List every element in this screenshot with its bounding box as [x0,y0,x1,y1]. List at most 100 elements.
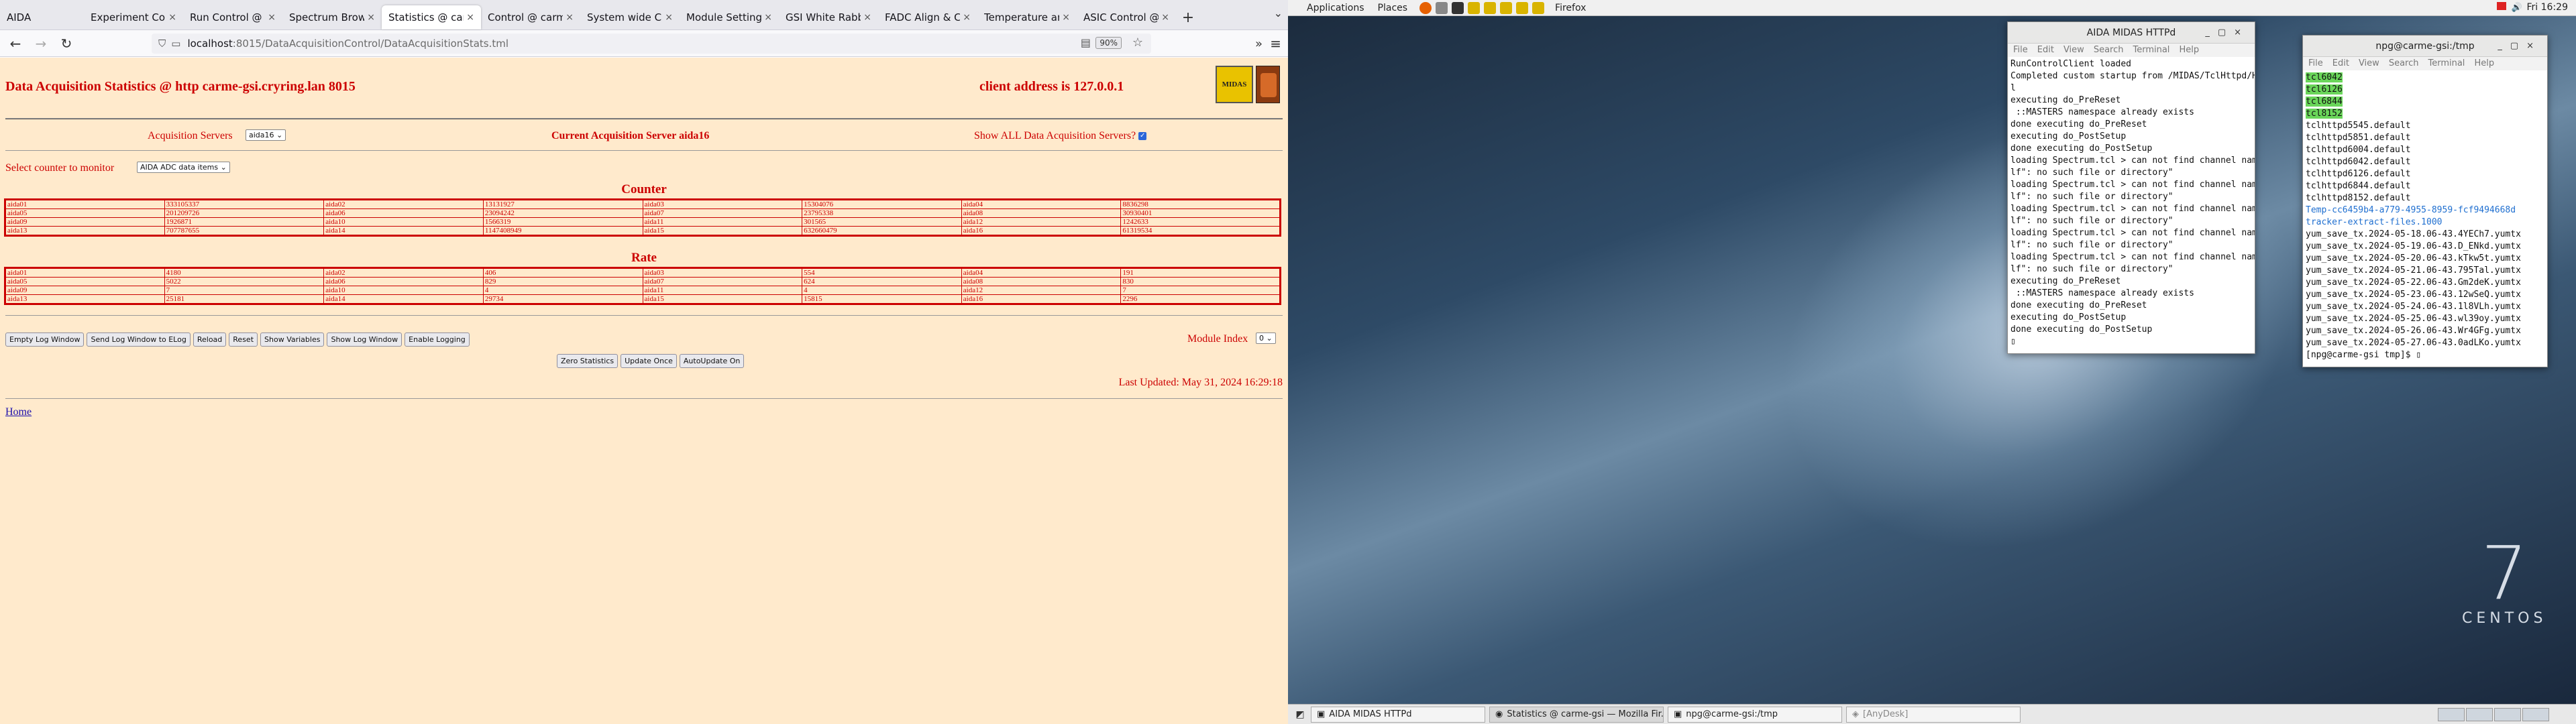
menu-item[interactable]: Search [2389,58,2419,68]
files-launcher-icon[interactable] [1436,1,1448,14]
empty-log-window-button[interactable]: Empty Log Window [5,333,85,347]
close-icon[interactable]: × [168,12,176,23]
terminal-window-httpd[interactable]: AIDA MIDAS HTTPd _▢× File Edit View Search Te… [2007,21,2255,354]
new-tab-button[interactable]: + [1176,5,1200,29]
menu-item[interactable]: File [2013,45,2028,55]
acq-server-select[interactable]: aida16 ⌄ [246,129,286,141]
launcher-icon[interactable] [1500,1,1513,14]
zoom-button[interactable]: 90% [1095,37,1122,49]
terminal-output[interactable]: RunControlClient loaded Completed custom … [2008,57,2255,353]
back-icon[interactable]: ← [5,34,25,54]
show-variables-button[interactable]: Show Variables [260,333,325,347]
workspace[interactable] [2522,708,2549,721]
module-index-label: Module Index [1187,333,1248,345]
task-httpd[interactable]: ▣ AIDA MIDAS HTTPd [1311,706,1485,723]
midas-logo: MIDAS [1216,66,1253,103]
menu-item[interactable]: Edit [2332,58,2349,68]
close-icon[interactable]: × [863,12,871,23]
launcher-icon[interactable] [1532,1,1545,14]
close-icon[interactable]: × [268,12,276,23]
browser-tab[interactable]: Module Setting × [680,5,779,29]
table-cell: 4 [802,286,962,295]
terminal-window-tmp[interactable]: npg@carme-gsi:/tmp _▢× File Edit View Search… [2302,35,2548,367]
task-firefox[interactable]: ◉ Statistics @ carme-gsi — Mozilla Fir..… [1489,706,1664,723]
window-controls[interactable]: _▢× [2205,22,2249,44]
table-cell: aida01 [5,267,165,278]
browser-tab[interactable]: AIDA [0,5,84,29]
browser-tab[interactable]: Control @ carm × [481,5,580,29]
menu-item[interactable]: Help [2474,58,2494,68]
reload-icon[interactable]: ↻ [56,34,76,54]
workspace-switcher[interactable] [2438,708,2549,721]
places-menu[interactable]: Places [1378,3,1408,13]
reader-view-icon[interactable]: ▤ [1081,36,1091,49]
menu-item[interactable]: File [2308,58,2323,68]
menu-item[interactable]: View [2063,45,2084,55]
url-bar[interactable]: ⛉ ▭ localhost:8015/DataAcquisitionContro… [152,34,1151,54]
menu-item[interactable]: Edit [2037,45,2054,55]
browser-tab[interactable]: FADC Align & C × [878,5,977,29]
menu-item[interactable]: Help [2179,45,2199,55]
launcher-icon[interactable] [1484,1,1497,14]
menu-item[interactable]: View [2359,58,2379,68]
counter-table: aida01 333105337 aida02 13131927 aida03 15304… [4,198,1281,237]
window-controls[interactable]: _▢× [2498,36,2542,57]
terminal-line: yum_save_tx.2024-05-24.06-43.1l8VLh.yumt… [2306,302,2521,312]
send-log-window-to-elog-button[interactable]: Send Log Window to ELog [87,333,191,347]
launcher-icon[interactable] [1468,1,1481,14]
browser-tab[interactable]: Experiment Cont× [84,5,183,29]
terminal-launcher-icon[interactable] [1452,1,1464,14]
close-icon[interactable]: × [764,12,772,23]
close-icon[interactable]: × [466,12,474,23]
hamburger-menu-icon[interactable]: ≡ [1270,36,1281,52]
menu-item[interactable]: Terminal [2133,45,2169,55]
forward-icon[interactable]: → [31,34,51,54]
menu-item[interactable]: Terminal [2428,58,2465,68]
update-once-button[interactable]: Update Once [621,354,677,368]
workspace[interactable] [2466,708,2493,721]
close-icon[interactable]: × [566,12,574,23]
close-icon[interactable]: × [1062,12,1070,23]
counter-select[interactable]: AIDA ADC data items ⌄ [137,162,230,173]
close-icon[interactable]: × [367,12,375,23]
tray-icons[interactable]: 🔊 [2496,2,2522,13]
enable-logging-button[interactable]: Enable Logging [405,333,470,347]
module-index-select[interactable]: 0 ⌄ [1256,333,1276,344]
close-icon[interactable]: × [665,12,673,23]
browser-tab[interactable]: GSI White Rabbi × [779,5,878,29]
home-link[interactable]: Home [5,406,32,418]
reset-button[interactable]: Reset [229,333,258,347]
show-all-checkbox[interactable]: ✓ [1138,132,1147,141]
current-server: Current Acquisition Server aida16 [551,130,710,141]
menu-item[interactable]: Search [2094,45,2124,55]
task-anydesk[interactable]: ◈ [AnyDesk] [1846,706,2021,723]
show-desktop-icon[interactable]: ◩ [1293,708,1307,721]
close-icon[interactable]: × [1161,12,1169,23]
autoupdate-on-button[interactable]: AutoUpdate On [679,354,745,368]
bookmark-star-icon[interactable]: ☆ [1132,36,1143,50]
table-cell: 406 [482,267,643,278]
task-terminal[interactable]: ▣ npg@carme-gsi:/tmp [1668,706,1842,723]
show-log-window-button[interactable]: Show Log Window [327,333,402,347]
firefox-launcher-icon[interactable] [1419,1,1432,14]
browser-tab[interactable]: Temperature an × [977,5,1077,29]
applications-menu[interactable]: Applications [1307,3,1364,13]
launcher-icon[interactable] [1516,1,1529,14]
workspace[interactable] [2494,708,2521,721]
browser-tab[interactable]: Spectrum Brows × [282,5,382,29]
browser-tab[interactable]: ASIC Control @ × [1077,5,1176,29]
browser-tab[interactable]: Statistics @ carm× [382,5,481,29]
clock[interactable]: Fri 16:29 [2527,2,2568,13]
tab-list-icon[interactable]: ⌄ [1274,7,1283,19]
browser-tab[interactable]: System wide Ch × [580,5,680,29]
terminal-prompt[interactable]: [npg@carme-gsi tmp]$ ▯ [2306,349,2544,361]
workspace[interactable] [2438,708,2465,721]
close-icon[interactable]: × [963,12,971,23]
network-icon[interactable] [2496,2,2506,10]
volume-icon[interactable]: 🔊 [2512,3,2522,13]
reload-button[interactable]: Reload [193,333,227,347]
terminal-output[interactable]: tcl6042 tcl6126 tcl6844 tcl8152 tclhttpd5545… [2303,70,2547,367]
overflow-chevron-icon[interactable]: » [1255,37,1263,51]
browser-tab[interactable]: Run Control @ c × [183,5,282,29]
zero-statistics-button[interactable]: Zero Statistics [557,354,619,368]
